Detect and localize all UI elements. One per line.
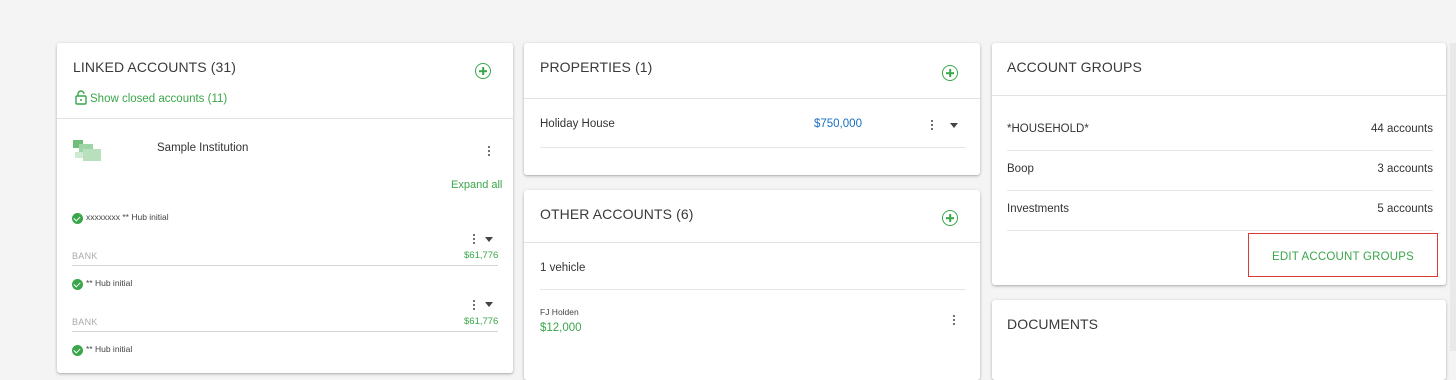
documents-title: DOCUMENTS	[1007, 316, 1099, 332]
add-linked-account-icon[interactable]	[475, 63, 491, 79]
other-accounts-title: OTHER ACCOUNTS (6)	[540, 206, 694, 222]
account-group-count: 3 accounts	[1377, 163, 1433, 175]
account-groups-card: ACCOUNT GROUPS *HOUSEHOLD* 44 accounts B…	[992, 43, 1446, 285]
vehicle-group-divider	[540, 289, 966, 290]
property-name: Holiday House	[540, 118, 615, 130]
unlock-icon	[75, 90, 87, 105]
account-menu-icon[interactable]	[473, 300, 476, 311]
linked-accounts-title: LINKED ACCOUNTS (31)	[73, 59, 237, 75]
edit-account-groups-button[interactable]: EDIT ACCOUNT GROUPS	[1248, 233, 1438, 277]
account-group-divider	[1007, 190, 1433, 191]
account-type: BANK	[72, 251, 98, 261]
check-icon	[72, 279, 83, 290]
account-group-divider	[1007, 230, 1433, 231]
account-groups-title: ACCOUNT GROUPS	[1007, 59, 1142, 75]
chevron-down-icon[interactable]	[485, 302, 493, 307]
linked-accounts-card: LINKED ACCOUNTS (31) Show closed account…	[57, 43, 513, 373]
account-group-name: Investments	[1007, 203, 1069, 215]
check-icon	[72, 213, 83, 224]
expand-all-link[interactable]: Expand all	[451, 179, 502, 191]
account-name: ** Hub initial	[86, 278, 133, 288]
page-scrollbar[interactable]	[1450, 43, 1456, 351]
show-closed-accounts-label: Show closed accounts (11)	[90, 93, 228, 105]
vehicle-menu-icon[interactable]	[953, 315, 956, 326]
account-group-count: 5 accounts	[1377, 203, 1433, 215]
account-divider	[72, 331, 498, 332]
vehicle-name: FJ Holden	[540, 307, 579, 317]
vehicle-value: $12,000	[540, 322, 582, 334]
account-name: ** Hub initial	[86, 344, 133, 354]
institution-menu-icon[interactable]	[488, 146, 491, 157]
account-value: $61,776	[464, 250, 499, 261]
account-group-count: 44 accounts	[1370, 123, 1433, 135]
other-accounts-card: OTHER ACCOUNTS (6) 1 vehicle FJ Holden $…	[524, 190, 980, 380]
account-groups-divider	[992, 95, 1446, 96]
linked-accounts-divider	[57, 118, 513, 119]
account-value: $61,776	[464, 316, 499, 327]
account-name: xxxxxxxx ** Hub initial	[86, 212, 169, 222]
account-divider	[72, 265, 498, 266]
other-accounts-divider	[524, 242, 980, 243]
account-type: BANK	[72, 317, 98, 327]
account-group-divider	[1007, 150, 1433, 151]
vehicle-group-label: 1 vehicle	[540, 262, 586, 274]
chevron-down-icon[interactable]	[485, 237, 493, 242]
add-property-icon[interactable]	[942, 65, 958, 81]
properties-divider	[524, 98, 980, 99]
account-group-name: *HOUSEHOLD*	[1007, 123, 1089, 135]
account-group-name: Boop	[1007, 163, 1034, 175]
property-value: $750,000	[814, 118, 862, 130]
add-other-account-icon[interactable]	[942, 210, 958, 226]
property-menu-icon[interactable]	[931, 120, 934, 131]
edit-account-groups-label: EDIT ACCOUNT GROUPS	[1271, 251, 1415, 263]
institution-name: Sample Institution	[157, 142, 249, 154]
chevron-down-icon[interactable]	[950, 123, 958, 128]
properties-card: PROPERTIES (1) Holiday House $750,000	[524, 43, 980, 175]
properties-title: PROPERTIES (1)	[540, 59, 653, 75]
documents-card: DOCUMENTS	[992, 300, 1446, 380]
account-menu-icon[interactable]	[473, 234, 476, 245]
institution-logo	[73, 140, 101, 162]
property-row-divider	[540, 147, 966, 148]
